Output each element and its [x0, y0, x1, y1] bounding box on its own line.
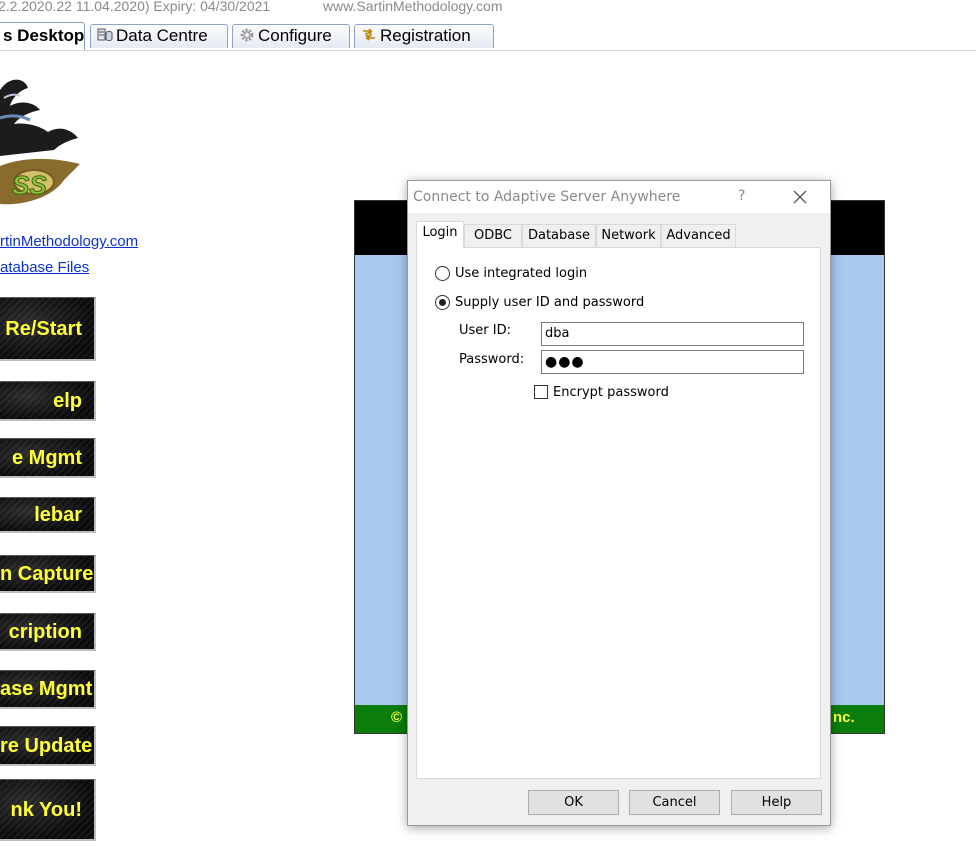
integrated-login-label[interactable]: Use integrated login	[455, 266, 587, 281]
tab-configure-label: Configure	[258, 26, 332, 45]
help-button[interactable]: elp	[0, 381, 96, 421]
integrated-login-radio[interactable]	[435, 266, 450, 281]
connect-dialog: Connect to Adaptive Server Anywhere ? Lo…	[407, 180, 831, 826]
window-title-strip: 2.2.2020.22 11.04.2020) Expiry: 04/30/20…	[0, 0, 976, 20]
tab-login[interactable]: Login	[416, 221, 464, 248]
user-id-label: User ID:	[459, 323, 511, 338]
database-files-link[interactable]: atabase Files	[0, 259, 89, 276]
dialog-title: Connect to Adaptive Server Anywhere	[413, 189, 681, 205]
tab-odbc[interactable]: ODBC	[464, 224, 522, 247]
supply-credentials-radio[interactable]	[435, 295, 450, 310]
tab-registration[interactable]: Registration	[354, 24, 494, 48]
login-tab-panel: Use integrated login Supply user ID and …	[416, 247, 821, 779]
splash-footer-right-text: nc.	[833, 709, 855, 726]
restart-button[interactable]: Re/Start	[0, 297, 96, 361]
main-tab-strip: s Desktop Data Centre Configure Registra…	[0, 20, 976, 51]
tab-data-centre-label: Data Centre	[116, 26, 208, 45]
help-dialog-button[interactable]: Help	[731, 790, 822, 815]
tab-data-centre[interactable]: Data Centre	[90, 24, 228, 48]
supply-credentials-label[interactable]: Supply user ID and password	[455, 295, 644, 310]
encrypt-password-label[interactable]: Encrypt password	[553, 385, 669, 400]
encrypt-password-checkbox[interactable]	[534, 385, 548, 399]
website-link[interactable]: rtinMethodology.com	[0, 233, 138, 250]
software-update-button[interactable]: re Update	[0, 726, 96, 766]
dialog-help-icon[interactable]: ?	[738, 188, 745, 204]
splash-footer-left-text: ©	[391, 709, 403, 726]
password-input[interactable]: ●●●	[541, 350, 804, 374]
file-mgmt-button[interactable]: e Mgmt	[0, 438, 96, 478]
tab-configure[interactable]: Configure	[232, 24, 350, 48]
close-icon[interactable]	[792, 189, 808, 205]
gear-icon	[239, 27, 255, 43]
tab-registration-label: Registration	[380, 26, 471, 45]
tab-database[interactable]: Database	[522, 224, 596, 247]
ok-button[interactable]: OK	[528, 790, 619, 815]
tab-advanced[interactable]: Advanced	[661, 224, 736, 247]
dialog-titlebar: Connect to Adaptive Server Anywhere ?	[408, 181, 830, 213]
subscription-button[interactable]: cription	[0, 613, 96, 651]
tab-desktop-label: s Desktop	[3, 26, 85, 45]
tab-network[interactable]: Network	[596, 224, 661, 247]
version-expiry-text: 2.2.2020.22 11.04.2020) Expiry: 04/30/20…	[0, 0, 271, 14]
website-text: www.SartinMethodology.com	[323, 0, 503, 14]
database-mgmt-button[interactable]: ase Mgmt	[0, 670, 96, 709]
registration-icon	[361, 27, 377, 43]
sidebar-button[interactable]: lebar	[0, 497, 96, 533]
app-logo: SS	[0, 70, 90, 220]
database-icon	[97, 27, 113, 43]
cancel-button[interactable]: Cancel	[629, 790, 720, 815]
screen-capture-button[interactable]: n Capture	[0, 555, 96, 593]
password-label: Password:	[459, 352, 525, 367]
tab-desktop[interactable]: s Desktop	[0, 22, 85, 50]
thank-you-button[interactable]: nk You!	[0, 779, 96, 841]
svg-text:SS: SS	[12, 170, 47, 200]
user-id-input[interactable]: dba	[541, 322, 804, 346]
